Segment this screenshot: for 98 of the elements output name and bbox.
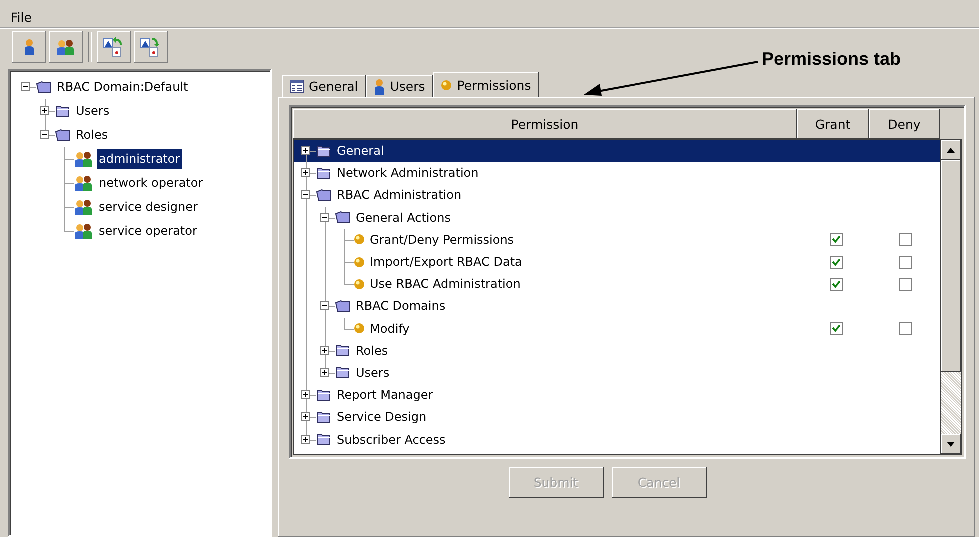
permission-row[interactable]: Network Administration (294, 162, 940, 184)
grant-checkbox[interactable] (830, 233, 842, 246)
folder-icon (316, 410, 332, 424)
permission-row[interactable]: Import/Export RBAC Data (294, 250, 940, 274)
open-folder-icon (335, 300, 351, 313)
permission-name: Import/Export RBAC Data (369, 254, 524, 272)
export-icon (140, 36, 162, 58)
expand-toggle[interactable] (301, 412, 310, 422)
open-folder-icon (335, 211, 351, 224)
expand-toggle[interactable] (301, 146, 310, 156)
folder-icon (316, 144, 332, 158)
user-button[interactable] (12, 31, 46, 63)
grant-checkbox[interactable] (830, 322, 842, 336)
tree-item[interactable]: service designer (97, 197, 200, 217)
permission-row[interactable]: Use RBAC Administration (294, 273, 940, 296)
folder-icon (316, 433, 332, 446)
deny-checkbox[interactable] (899, 278, 912, 291)
tree-item[interactable]: service operator (97, 221, 200, 241)
users-icon (74, 199, 94, 215)
expand-toggle[interactable] (301, 190, 310, 200)
down-arrow-icon[interactable] (947, 442, 955, 446)
expand-toggle[interactable] (301, 390, 310, 400)
open-folder-icon (55, 128, 71, 142)
permission-name: Service Design (336, 409, 428, 426)
scrollbar[interactable] (941, 139, 962, 455)
user-icon (24, 39, 34, 55)
ball-icon (354, 323, 365, 334)
permission-name: General Actions (355, 210, 452, 227)
permission-name: Users (355, 364, 391, 382)
import-icon (103, 36, 125, 58)
permission-name: Use RBAC Administration (369, 276, 522, 294)
folder-icon (55, 104, 71, 118)
permission-row[interactable]: Modify (294, 318, 940, 340)
expand-toggle[interactable] (320, 301, 329, 310)
permission-name: Network Administration (336, 165, 480, 182)
tab[interactable]: General (282, 75, 366, 97)
permission-name: Grant/Deny Permissions (369, 232, 516, 249)
ball-icon (354, 234, 365, 246)
permission-row[interactable]: RBAC Domains (294, 295, 940, 318)
permission-row[interactable]: Service Design (294, 406, 940, 428)
expand-toggle[interactable] (301, 168, 310, 178)
menu-item[interactable]: File (6, 10, 37, 24)
permission-name: Subscriber Access (336, 432, 447, 449)
permission-name: RBAC Domains (355, 298, 447, 316)
users-icon (56, 39, 76, 55)
ball-icon (354, 256, 365, 268)
permission-name: RBAC Administration (336, 187, 463, 204)
expand-toggle[interactable] (320, 212, 329, 222)
permission-name: Modify (369, 320, 411, 338)
permission-name: Report Manager (336, 387, 434, 404)
expand-toggle[interactable] (21, 82, 30, 91)
open-folder-icon (316, 188, 332, 202)
folder-icon (335, 344, 351, 358)
permission-row[interactable]: RBAC Administration (294, 184, 940, 207)
group-button[interactable] (49, 31, 83, 63)
expand-toggle[interactable] (40, 130, 49, 139)
folder-icon (335, 366, 351, 380)
up-arrow-icon[interactable] (947, 148, 955, 152)
annotation-label: Permissions tab (762, 49, 902, 70)
users-icon (74, 223, 94, 239)
table-icon (290, 80, 304, 93)
column-header[interactable]: Permission (293, 109, 797, 139)
grant-checkbox[interactable] (830, 256, 842, 269)
permission-row[interactable]: Roles (294, 340, 940, 362)
tab[interactable]: Permissions (433, 72, 540, 97)
users-icon (74, 175, 94, 191)
ball-icon (441, 80, 452, 90)
user-icon (374, 78, 386, 94)
permission-row[interactable]: General (294, 140, 940, 162)
permission-row[interactable]: Grant/Deny Permissions (294, 228, 940, 251)
permission-row[interactable]: General Actions (294, 206, 940, 229)
ball-icon (354, 278, 365, 290)
deny-checkbox[interactable] (899, 233, 912, 246)
import-button[interactable] (97, 31, 131, 63)
tree-item[interactable]: RBAC Domain:Default (55, 77, 190, 97)
permission-name: Roles (355, 342, 390, 360)
folder-icon (316, 166, 332, 180)
permission-row[interactable]: Report Manager (294, 384, 940, 406)
column-header[interactable]: Deny (869, 109, 940, 139)
export-button[interactable] (134, 31, 168, 63)
tree-item[interactable]: network operator (97, 173, 206, 193)
users-icon (74, 151, 94, 167)
open-folder-icon (36, 80, 52, 94)
column-header[interactable]: Grant (797, 109, 869, 139)
deny-checkbox[interactable] (899, 322, 912, 336)
folder-icon (316, 388, 332, 402)
expand-toggle[interactable] (40, 106, 49, 115)
tree-item[interactable]: Users (74, 101, 112, 121)
deny-checkbox[interactable] (899, 256, 912, 269)
permission-row[interactable]: Users (294, 362, 940, 384)
expand-toggle[interactable] (320, 368, 329, 377)
permission-row[interactable]: Subscriber Access (294, 428, 940, 451)
grant-checkbox[interactable] (830, 278, 842, 291)
tab[interactable]: Users (366, 75, 434, 97)
tree-item[interactable]: Roles (74, 125, 110, 145)
tree-item[interactable]: administrator (97, 149, 182, 169)
expand-toggle[interactable] (301, 434, 310, 444)
expand-toggle[interactable] (320, 346, 329, 355)
